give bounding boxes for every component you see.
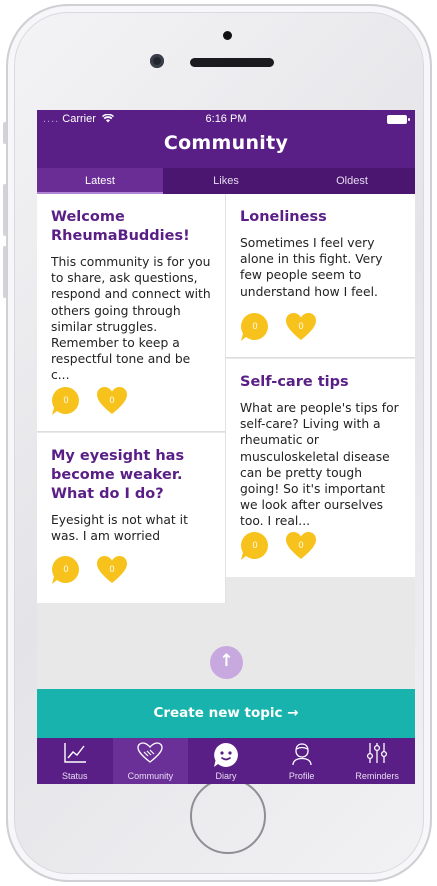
comment-button[interactable]: 0 <box>240 312 270 342</box>
nav-item-profile[interactable]: Profile <box>264 738 340 784</box>
scroll-to-top-button[interactable]: ↑ <box>210 646 243 679</box>
tab-oldest[interactable]: Oldest <box>289 168 415 194</box>
topic-card[interactable]: Loneliness Sometimes I feel very alone i… <box>226 194 415 358</box>
clock: 6:16 PM <box>205 113 247 125</box>
status-bar: .... Carrier 6:16 PM <box>37 110 415 130</box>
volume-down-button <box>3 246 7 298</box>
like-button[interactable]: 0 <box>286 531 316 561</box>
topic-reactions: 0 0 <box>240 312 316 342</box>
tab-likes[interactable]: Likes <box>163 168 289 194</box>
comment-count: 0 <box>63 564 69 574</box>
sliders-icon <box>367 743 388 763</box>
nav-label: Community <box>127 771 174 781</box>
nav-label: Reminders <box>355 771 399 781</box>
smiley-bubble-icon <box>213 743 238 767</box>
comment-button[interactable]: 0 <box>240 531 270 561</box>
topic-card[interactable]: Self-care tips What are people's tips fo… <box>226 359 415 577</box>
arrow-up-icon: ↑ <box>219 651 234 671</box>
earpiece-speaker <box>190 58 274 67</box>
proximity-sensor <box>223 31 232 40</box>
comment-button[interactable]: 0 <box>51 386 81 416</box>
like-count: 0 <box>109 395 115 405</box>
person-icon <box>291 743 312 766</box>
nav-label: Status <box>62 771 88 781</box>
topic-body: Sometimes I feel very alone in this figh… <box>240 236 383 299</box>
like-count: 0 <box>109 564 115 574</box>
nav-item-reminders[interactable]: Reminders <box>339 738 415 784</box>
topic-body: What are people's tips for self-care? Li… <box>240 401 399 529</box>
app-screen: .... Carrier 6:16 PM Community Latest Li… <box>37 110 415 784</box>
topic-reactions: 0 0 <box>51 555 127 585</box>
chart-icon <box>64 743 86 763</box>
like-count: 0 <box>298 540 304 550</box>
mute-switch <box>3 122 7 144</box>
volume-up-button <box>3 184 7 236</box>
topic-title: Self-care tips <box>240 374 349 390</box>
page-title: Community <box>163 132 289 154</box>
comment-count: 0 <box>252 540 258 550</box>
topic-body: Eyesight is not what it was. I am worrie… <box>51 513 188 544</box>
nav-item-status[interactable]: Status <box>37 738 113 784</box>
nav-item-diary[interactable]: Diary <box>188 738 264 784</box>
topic-reactions: 0 0 <box>51 386 127 416</box>
like-button[interactable]: 0 <box>97 386 127 416</box>
nav-item-community[interactable]: Community <box>112 738 189 784</box>
topic-reactions: 0 0 <box>240 531 316 561</box>
bottom-nav: Status Community Diary Profile Reminders <box>37 738 415 784</box>
battery-icon <box>387 115 410 124</box>
like-button[interactable]: 0 <box>286 312 316 342</box>
app-header: .... Carrier 6:16 PM Community Latest Li… <box>37 110 415 194</box>
sort-tabs: Latest Likes Oldest <box>37 168 415 194</box>
nav-label: Diary <box>215 771 237 781</box>
topic-title: My eyesight has become weaker. What do I… <box>51 448 185 502</box>
topic-title: Welcome RheumaBuddies! <box>51 209 190 244</box>
nav-label: Profile <box>288 771 315 781</box>
tab-latest[interactable]: Latest <box>37 168 163 194</box>
handshake-heart-icon <box>137 742 164 763</box>
topic-title: Loneliness <box>240 209 327 225</box>
comment-button[interactable]: 0 <box>51 555 81 585</box>
like-button[interactable]: 0 <box>97 555 127 585</box>
home-button[interactable] <box>190 778 266 854</box>
topic-card[interactable]: Welcome RheumaBuddies! This community is… <box>37 194 225 432</box>
comment-count: 0 <box>252 321 258 331</box>
topic-body: This community is for you to share, ask … <box>51 255 211 383</box>
create-topic-button[interactable]: Create new topic → <box>37 689 415 738</box>
front-camera <box>150 54 164 68</box>
like-count: 0 <box>298 321 304 331</box>
comment-count: 0 <box>63 395 69 405</box>
topic-card[interactable]: My eyesight has become weaker. What do I… <box>37 433 225 603</box>
